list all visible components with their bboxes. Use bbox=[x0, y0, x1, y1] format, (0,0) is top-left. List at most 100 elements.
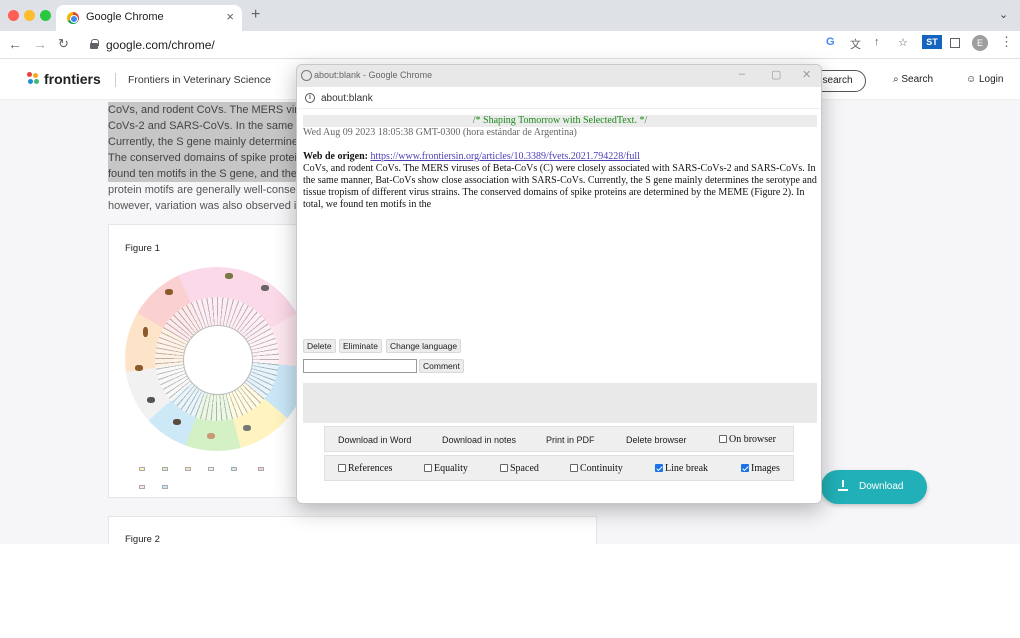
popup-close-icon[interactable]: ✕ bbox=[802, 68, 811, 81]
images-label: Images bbox=[751, 463, 780, 474]
popup-window-title: about:blank - Google Chrome bbox=[314, 70, 433, 80]
tab-title: Google Chrome bbox=[86, 11, 164, 23]
checkbox-icon[interactable] bbox=[570, 464, 578, 472]
globe-icon bbox=[301, 70, 312, 81]
article-text: CoVs, and rodent CoVs. The MERS viruses … bbox=[108, 102, 298, 214]
download-button[interactable]: Download bbox=[821, 470, 927, 504]
login-link[interactable]: ☺ Login bbox=[966, 74, 1003, 85]
dog-icon bbox=[147, 397, 155, 403]
frontiers-logo-icon bbox=[27, 72, 40, 85]
references-label: References bbox=[348, 463, 393, 474]
forward-arrow-icon[interactable]: → bbox=[33, 36, 47, 52]
continuity-label: Continuity bbox=[580, 463, 623, 474]
login-label: Login bbox=[979, 74, 1004, 85]
comment-button[interactable]: Comment bbox=[419, 359, 464, 373]
capture-date: Wed Aug 09 2023 18:05:38 GMT-0300 (hora … bbox=[303, 127, 577, 138]
google-icon[interactable]: G bbox=[826, 36, 835, 48]
origin-line: Web de origen: https://www.frontiersin.o… bbox=[303, 151, 817, 162]
chrome-icon bbox=[67, 12, 79, 24]
figure-2-card: Figure 2 bbox=[108, 516, 597, 544]
download-icon bbox=[838, 480, 848, 492]
on-browser-label: On browser bbox=[729, 434, 776, 445]
cattle-icon bbox=[173, 419, 181, 425]
side-panel-icon[interactable] bbox=[950, 38, 960, 48]
selectedtext-popup-window: about:blank - Google Chrome – ▢ ✕ i abou… bbox=[296, 64, 822, 504]
header-divider bbox=[115, 73, 116, 87]
checkbox-checked-icon[interactable] bbox=[741, 464, 749, 472]
share-icon[interactable]: ↑ bbox=[874, 36, 880, 48]
reload-icon[interactable]: ↻ bbox=[58, 36, 69, 52]
new-tab-button[interactable]: + bbox=[251, 6, 260, 24]
chrome-menu-icon[interactable]: ⋮ bbox=[1000, 34, 1013, 50]
minimize-window-button[interactable] bbox=[24, 10, 35, 21]
change-language-button[interactable]: Change language bbox=[386, 339, 462, 353]
article-line: Currently, the S gene mainly determines … bbox=[108, 134, 298, 150]
delete-browser-button[interactable]: Delete browser bbox=[626, 435, 687, 445]
line-break-label: Line break bbox=[665, 463, 709, 474]
on-browser-option[interactable]: On browser bbox=[719, 434, 776, 445]
actions-row: Download in Word Download in notes Print… bbox=[324, 426, 794, 452]
article-line: found ten motifs in the S gene, and the … bbox=[108, 166, 298, 182]
equality-option[interactable]: Equality bbox=[424, 463, 468, 474]
browser-tab[interactable]: Google Chrome × bbox=[56, 5, 242, 31]
popup-maximize-icon[interactable]: ▢ bbox=[771, 68, 781, 81]
checkbox-icon[interactable] bbox=[719, 435, 727, 443]
popup-url: about:blank bbox=[321, 93, 373, 104]
info-icon: i bbox=[305, 93, 315, 103]
journal-name[interactable]: Frontiers in Veterinary Science bbox=[128, 74, 271, 86]
captured-text[interactable]: CoVs, and rodent CoVs. The MERS viruses … bbox=[303, 163, 817, 211]
spaced-label: Spaced bbox=[510, 463, 539, 474]
delete-button[interactable]: Delete bbox=[303, 339, 336, 353]
article-line: however, variation was also observed in … bbox=[108, 200, 298, 212]
translate-icon[interactable]: 文 bbox=[850, 36, 861, 52]
equality-label: Equality bbox=[434, 463, 468, 474]
article-line: CoVs-2 and SARS-CoVs. In the same manner… bbox=[108, 118, 298, 134]
download-label: Download bbox=[859, 481, 904, 492]
selectedtext-extension-icon[interactable]: ST bbox=[922, 35, 942, 49]
checkbox-checked-icon[interactable] bbox=[655, 464, 663, 472]
lock-icon bbox=[90, 39, 99, 49]
phylogenetic-tree-figure[interactable] bbox=[125, 267, 309, 451]
references-option[interactable]: References bbox=[338, 463, 392, 474]
browser-toolbar: ← → ↻ google.com/chrome/ bbox=[0, 31, 1020, 59]
search-label: Search bbox=[901, 74, 934, 85]
address-bar[interactable]: google.com/chrome/ bbox=[82, 34, 820, 56]
pig-icon bbox=[207, 433, 215, 439]
checkbox-icon[interactable] bbox=[500, 464, 508, 472]
continuity-option[interactable]: Continuity bbox=[570, 463, 623, 474]
address-url: google.com/chrome/ bbox=[106, 38, 215, 52]
back-arrow-icon[interactable]: ← bbox=[8, 36, 22, 52]
figure-1-title: Figure 1 bbox=[125, 243, 160, 254]
close-window-button[interactable] bbox=[8, 10, 19, 21]
images-option[interactable]: Images bbox=[741, 463, 780, 474]
bat-icon bbox=[165, 289, 173, 295]
eliminate-button[interactable]: Eliminate bbox=[339, 339, 382, 353]
comments-area bbox=[303, 383, 817, 423]
search-link[interactable]: ⌕ Search bbox=[893, 74, 933, 85]
tab-close-icon[interactable]: × bbox=[226, 9, 234, 24]
line-break-option[interactable]: Line break bbox=[655, 463, 708, 474]
human-icon bbox=[143, 327, 148, 337]
popup-minimize-icon[interactable]: – bbox=[739, 68, 745, 80]
origin-link[interactable]: https://www.frontiersin.org/articles/10.… bbox=[371, 151, 640, 162]
figure-1-card: Figure 1 bbox=[108, 224, 309, 498]
popup-address-bar[interactable]: i about:blank bbox=[297, 87, 821, 109]
tab-search-chevron-icon[interactable]: ⌄ bbox=[999, 8, 1008, 21]
camel-icon bbox=[135, 365, 143, 371]
popup-titlebar[interactable]: about:blank - Google Chrome – ▢ ✕ bbox=[297, 65, 821, 87]
profile-avatar[interactable]: E bbox=[972, 35, 988, 51]
checkbox-icon[interactable] bbox=[424, 464, 432, 472]
spaced-option[interactable]: Spaced bbox=[500, 463, 539, 474]
maximize-window-button[interactable] bbox=[40, 10, 51, 21]
brand-name[interactable]: frontiers bbox=[44, 71, 101, 87]
article-line: CoVs, and rodent CoVs. The MERS viruses … bbox=[108, 102, 298, 118]
comment-input[interactable] bbox=[303, 359, 417, 373]
download-word-button[interactable]: Download in Word bbox=[338, 435, 411, 445]
rodent-icon bbox=[261, 285, 269, 291]
cat-icon bbox=[243, 425, 251, 431]
bookmark-star-icon[interactable]: ☆ bbox=[898, 36, 908, 49]
origin-label: Web de origen: bbox=[303, 151, 368, 162]
print-pdf-button[interactable]: Print in PDF bbox=[546, 435, 595, 445]
download-notes-button[interactable]: Download in notes bbox=[442, 435, 516, 445]
checkbox-icon[interactable] bbox=[338, 464, 346, 472]
